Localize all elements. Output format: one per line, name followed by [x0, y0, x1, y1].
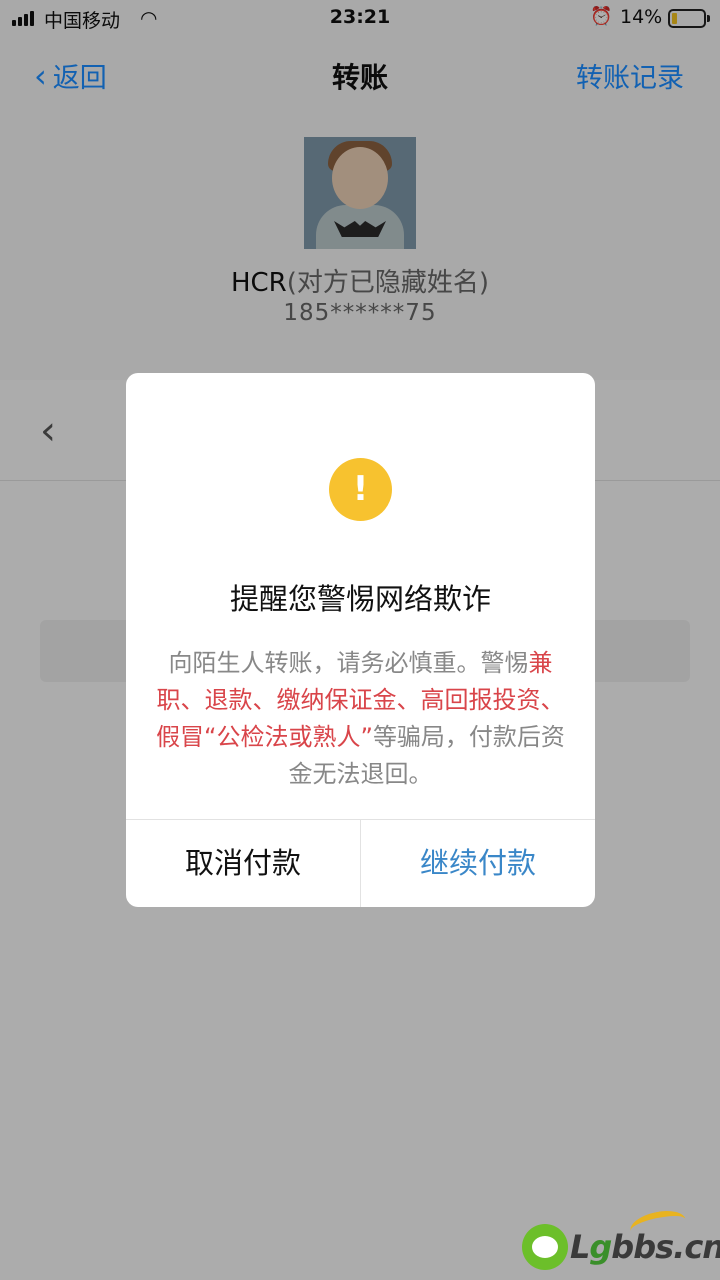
continue-payment-button[interactable]: 继续付款 — [361, 820, 595, 907]
warning-icon: ! — [329, 458, 392, 521]
cancel-payment-button[interactable]: 取消付款 — [126, 820, 360, 907]
watermark-logo-icon — [522, 1224, 568, 1270]
dialog-body-intro: 向陌生人转账，请务必慎重。警惕 — [168, 649, 529, 677]
watermark-text: Lgbbs.cn — [570, 1228, 720, 1266]
dialog-body: 向陌生人转账，请务必慎重。警惕兼职、退款、缴纳保证金、高回报投资、假冒“公检法或… — [156, 645, 565, 793]
dialog-title: 提醒您警惕网络欺诈 — [229, 582, 491, 616]
fraud-warning-dialog: ! 提醒您警惕网络欺诈 向陌生人转账，请务必慎重。警惕兼职、退款、缴纳保证金、高… — [126, 373, 595, 907]
site-watermark: Lgbbs.cn — [520, 1206, 720, 1272]
